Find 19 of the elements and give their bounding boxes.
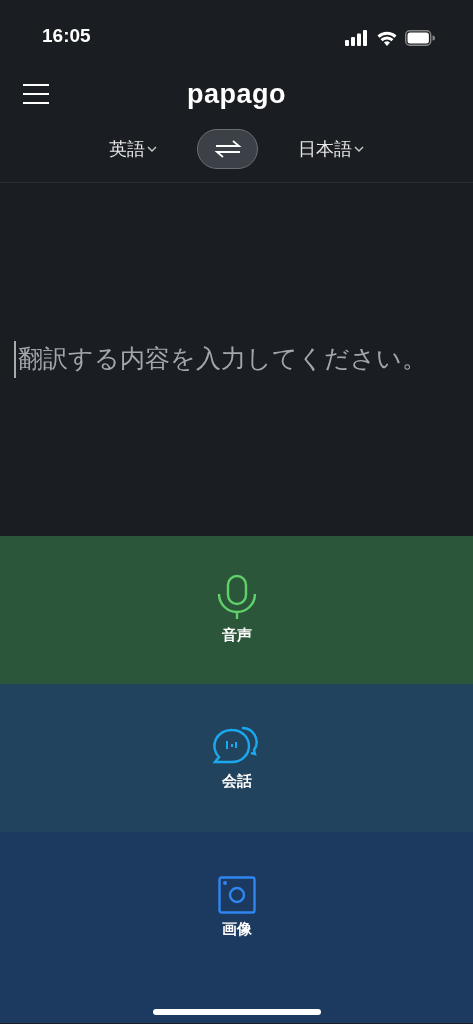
battery-icon [405, 30, 435, 46]
signal-icon [345, 30, 369, 46]
wifi-icon [377, 30, 397, 46]
app-logo: papago [187, 79, 286, 109]
menu-button[interactable] [22, 83, 50, 105]
camera-icon [217, 876, 256, 914]
chevron-down-icon [147, 145, 157, 153]
target-language-dropdown[interactable]: 日本語 [298, 135, 364, 163]
conversation-mode-button[interactable]: 会話 [0, 684, 473, 832]
text-input-field[interactable]: 翻訳する内容を入力してください。 [14, 341, 472, 378]
swap-button[interactable] [197, 129, 258, 169]
image-mode-button[interactable]: 画像 [0, 832, 473, 1023]
swap-icon [213, 139, 242, 159]
voice-mode-button[interactable]: 音声 [0, 536, 473, 684]
clock-time: 16:05 [42, 24, 91, 48]
menu-icon [22, 83, 50, 105]
source-language-dropdown[interactable]: 英語 [109, 135, 157, 163]
microphone-icon [216, 573, 257, 620]
chevron-down-icon [354, 145, 364, 153]
